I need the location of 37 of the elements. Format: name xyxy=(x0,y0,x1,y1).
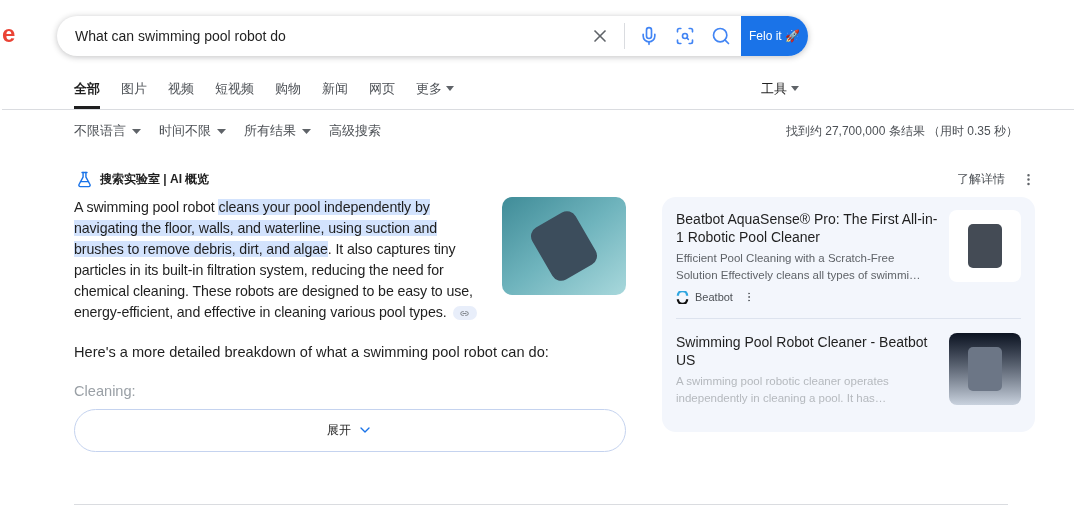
source-snippet: Efficient Pool Cleaning with a Scratch-Free Solution Effectively cleans all types of swimmi… xyxy=(676,251,922,283)
result-stats: 找到约 27,700,000 条结果 （用时 0.35 秒） xyxy=(785,123,1018,140)
tab[interactable]: 全部 xyxy=(74,78,100,109)
camera-icon[interactable] xyxy=(675,26,695,46)
citation-link-icon[interactable] xyxy=(452,306,477,321)
filter-button[interactable]: 高级搜索 xyxy=(329,121,381,141)
site-logo-icon xyxy=(676,290,689,304)
tools-button[interactable]: 工具 xyxy=(761,78,799,109)
microphone-icon[interactable] xyxy=(639,26,659,46)
site-name[interactable]: Beatbot xyxy=(695,289,733,306)
tab[interactable]: 新闻 xyxy=(322,78,348,109)
tab[interactable]: 图片 xyxy=(121,78,147,109)
flask-icon xyxy=(76,170,93,188)
filter-button[interactable]: 时间不限 xyxy=(159,121,226,141)
logo[interactable]: e xyxy=(0,16,57,52)
detail-text: Here's a more detailed breakdown of what a swimming pool robot can do: xyxy=(74,343,550,362)
overview-paragraph: A swimming pool robot cleans your pool independently by navigating the floor, walls, and waterline, using suction and brushes to remove debris, dirt, and algae. It also captures tiny particles in its built-in filtration system, reducing the need for chemical cleaning. These robots are designed to be easy to use, energy-efficient, and effective in cleaning various pool types. xyxy=(74,197,486,323)
product-thumbnail[interactable] xyxy=(949,332,1021,405)
tab[interactable]: 购物 xyxy=(275,78,301,109)
search-icon[interactable] xyxy=(711,26,731,46)
tab[interactable]: 视频 xyxy=(168,78,194,109)
source-title[interactable]: Beatbot AquaSense® Pro: The First All-in-1 Robotic Pool Cleaner xyxy=(676,210,939,246)
product-thumbnail[interactable] xyxy=(949,210,1021,282)
source-snippet: A swimming pool robotic cleaner operates independently in cleaning a pool. It has… xyxy=(676,373,890,406)
filter-button[interactable]: 不限语言 xyxy=(74,121,141,141)
felo-button[interactable]: Felo it 🚀 xyxy=(741,16,808,56)
tab[interactable]: 更多 xyxy=(416,78,454,109)
caret-icon xyxy=(791,85,799,91)
faded-heading: Cleaning: xyxy=(74,381,137,401)
tab[interactable]: 网页 xyxy=(369,78,395,109)
pool-robot-photo[interactable] xyxy=(502,197,626,295)
filter-button[interactable]: 所有结果 xyxy=(244,121,311,141)
search-field[interactable]: What can swimming pool robot do xyxy=(75,25,580,47)
tab[interactable]: 短视频 xyxy=(215,78,254,109)
source-title[interactable]: Swimming Pool Robot Cleaner - Beatbot US xyxy=(676,332,939,369)
ai-overview-title: 搜索实验室 | AI 概览 xyxy=(100,171,210,188)
learn-more-link[interactable]: 了解详情 xyxy=(957,170,1005,188)
